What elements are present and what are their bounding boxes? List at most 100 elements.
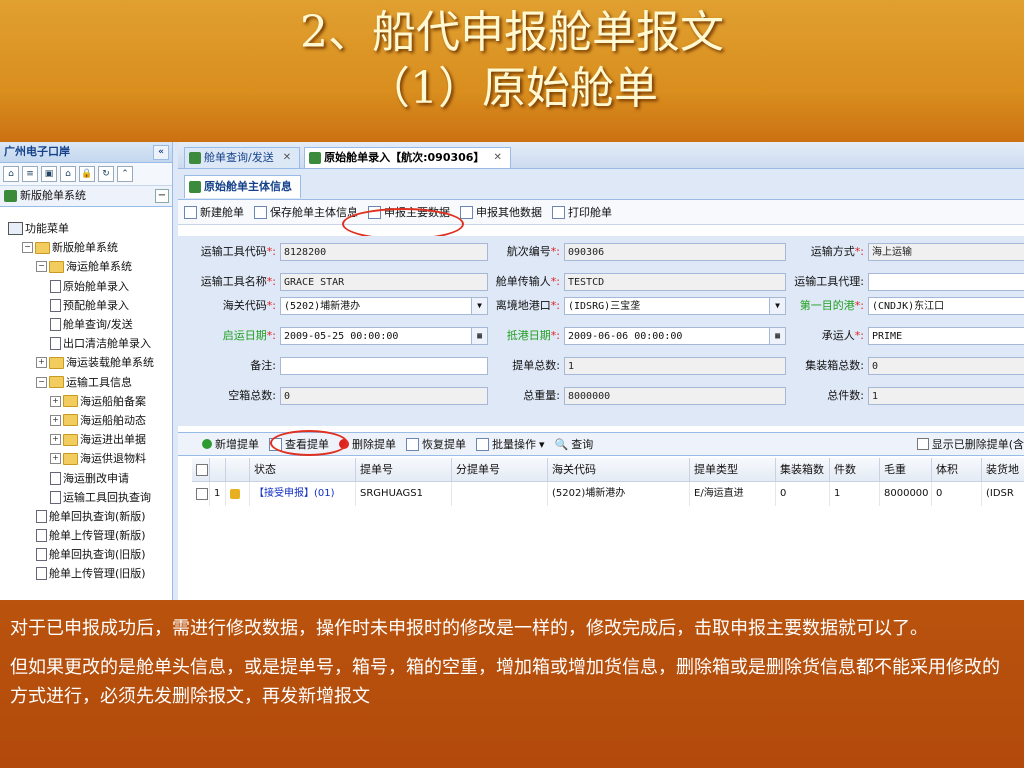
- house-icon[interactable]: ⌂: [60, 166, 76, 182]
- close-icon[interactable]: ✕: [493, 148, 501, 168]
- refresh-icon[interactable]: ↻: [98, 166, 114, 182]
- tree-item-label: 海运装载舱单系统: [66, 356, 154, 370]
- save-icon[interactable]: ▣: [41, 166, 57, 182]
- tree-item-label: 出口清洁舱单录入: [63, 337, 151, 351]
- remark-field[interactable]: [280, 357, 488, 375]
- batch-operation-button[interactable]: 批量操作 ▾: [476, 436, 545, 452]
- checkbox[interactable]: [196, 464, 208, 476]
- column-header[interactable]: 提单类型: [690, 458, 776, 482]
- arrival-date-field[interactable]: 2009-06-06 00:00:00 ▦: [564, 327, 786, 345]
- tree-item[interactable]: 出口清洁舱单录入: [0, 334, 172, 353]
- tree-item[interactable]: 原始舱单录入: [0, 277, 172, 296]
- query-button[interactable]: 🔍 查询: [555, 436, 594, 452]
- tree-item[interactable]: − 海运舱单系统: [0, 257, 172, 276]
- piece-total-field[interactable]: 1: [868, 387, 1024, 405]
- gross-weight-field[interactable]: 8000000: [564, 387, 786, 405]
- checkbox[interactable]: [196, 488, 208, 500]
- collapse-icon[interactable]: −: [36, 376, 47, 388]
- collapse-icon[interactable]: −: [36, 261, 47, 273]
- tree-item[interactable]: 预配舱单录入: [0, 296, 172, 315]
- column-header[interactable]: 分提单号: [452, 458, 548, 482]
- column-header[interactable]: [226, 458, 250, 482]
- column-header[interactable]: 体积: [932, 458, 982, 482]
- up-icon[interactable]: ⌃: [117, 166, 133, 182]
- close-icon[interactable]: ✕: [283, 148, 291, 168]
- folder-icon: [49, 376, 64, 389]
- expand-icon[interactable]: +: [50, 434, 61, 446]
- show-deleted-toggle[interactable]: 显示已删除提单(含: [916, 436, 1024, 452]
- container-total-field[interactable]: 0: [868, 357, 1024, 375]
- tree-item[interactable]: 功能菜单: [0, 219, 172, 238]
- expand-icon[interactable]: +: [50, 395, 61, 407]
- empty-total-field[interactable]: 0: [280, 387, 488, 405]
- search-icon: 🔍: [554, 437, 569, 451]
- toggle-label: 显示已删除提单(含: [931, 438, 1024, 451]
- tree-item[interactable]: 运输工具回执查询: [0, 488, 172, 507]
- voyage-no-field[interactable]: 090306: [564, 243, 786, 261]
- first-port-field[interactable]: (CNDJK)东江口: [868, 297, 1024, 315]
- column-header[interactable]: 件数: [830, 458, 880, 482]
- save-main-info-button[interactable]: 保存舱单主体信息: [254, 204, 358, 220]
- manifest-sender-field[interactable]: TESTCD: [564, 273, 786, 291]
- add-bill-button[interactable]: 新增提单: [202, 436, 259, 452]
- tree-item[interactable]: − 新版舱单系统: [0, 238, 172, 257]
- tree-item[interactable]: 舱单上传管理(旧版): [0, 564, 172, 583]
- tree-item[interactable]: + 海运船舶动态: [0, 411, 172, 430]
- tree-item[interactable]: 舱单查询/发送: [0, 315, 172, 334]
- transport-mode-field[interactable]: 海上运输: [868, 243, 1024, 261]
- tree-item-label: 运输工具信息: [66, 375, 132, 389]
- collapse-icon[interactable]: −: [22, 242, 33, 254]
- checkbox[interactable]: [916, 438, 929, 450]
- row-checkbox[interactable]: [192, 482, 210, 506]
- column-header[interactable]: [210, 458, 226, 482]
- collapse-button[interactable]: «: [153, 145, 169, 160]
- new-manifest-button[interactable]: 新建舱单: [184, 204, 244, 220]
- tree-item-label: 预配舱单录入: [63, 298, 129, 312]
- tree-item[interactable]: + 海运供退物料: [0, 449, 172, 468]
- column-header[interactable]: 海关代码: [548, 458, 690, 482]
- transport-agent-field[interactable]: [868, 273, 1024, 291]
- customs-code-select[interactable]: (5202)埔新港办 ▼: [280, 297, 488, 315]
- tree-item[interactable]: − 运输工具信息: [0, 373, 172, 392]
- table-cell: SRGHUAGS1: [356, 482, 452, 506]
- departure-date-field[interactable]: 2009-05-25 00:00:00 ▦: [280, 327, 488, 345]
- document-icon: [50, 318, 61, 332]
- system-collapse-button[interactable]: −: [155, 189, 169, 203]
- restore-bill-button[interactable]: 恢复提单: [406, 436, 466, 452]
- home-icon[interactable]: ⌂: [3, 166, 19, 182]
- transport-name-field[interactable]: GRACE STAR: [280, 273, 488, 291]
- column-header[interactable]: 集装箱数: [776, 458, 830, 482]
- tree-item[interactable]: + 海运进出单据: [0, 430, 172, 449]
- print-manifest-button[interactable]: 打印舱单: [552, 204, 612, 220]
- carrier-field[interactable]: PRIME: [868, 327, 1024, 345]
- column-header[interactable]: 毛重: [880, 458, 932, 482]
- tab-manifest-query[interactable]: 舱单查询/发送 ✕: [184, 147, 301, 168]
- column-header[interactable]: 提单号: [356, 458, 452, 482]
- tree-item[interactable]: 舱单回执查询(新版): [0, 507, 172, 526]
- field-label: 提单总数:: [512, 359, 560, 372]
- new-icon: [184, 205, 197, 219]
- column-header[interactable]: 装货地: [982, 458, 1024, 482]
- tree-item[interactable]: 舱单上传管理(新版): [0, 526, 172, 545]
- table-cell: 0: [932, 482, 982, 506]
- subtab-main-info[interactable]: 原始舱单主体信息: [184, 175, 301, 198]
- tree-item[interactable]: + 海运船舶备案: [0, 392, 172, 411]
- list-icon[interactable]: ≡: [22, 166, 38, 182]
- lock-icon[interactable]: 🔒: [79, 166, 95, 182]
- declare-other-data-button[interactable]: 申报其他数据: [460, 204, 542, 220]
- system-header[interactable]: 新版舱单系统 −: [0, 186, 172, 207]
- transport-code-field[interactable]: 8128200: [280, 243, 488, 261]
- departure-port-select[interactable]: (IDSRG)三宝垄 ▼: [564, 297, 786, 315]
- table-row[interactable]: 1 【接受申报】(01) SRGHUAGS1 (5202)埔新港办 E/海运直进 0 1 80…: [192, 482, 1024, 506]
- expand-icon[interactable]: +: [50, 414, 61, 426]
- tree-item[interactable]: 舱单回执查询(旧版): [0, 545, 172, 564]
- select-all-checkbox[interactable]: [192, 458, 210, 482]
- column-header[interactable]: 状态: [250, 458, 356, 482]
- tab-original-manifest[interactable]: 原始舱单录入【航次:090306】 ✕: [304, 147, 511, 168]
- bill-total-field[interactable]: 1: [564, 357, 786, 375]
- restore-icon: [406, 437, 419, 451]
- expand-icon[interactable]: +: [50, 453, 61, 465]
- tree-item[interactable]: 海运删改申请: [0, 468, 172, 487]
- tree-item[interactable]: + 海运装载舱单系统: [0, 353, 172, 372]
- expand-icon[interactable]: +: [36, 357, 47, 369]
